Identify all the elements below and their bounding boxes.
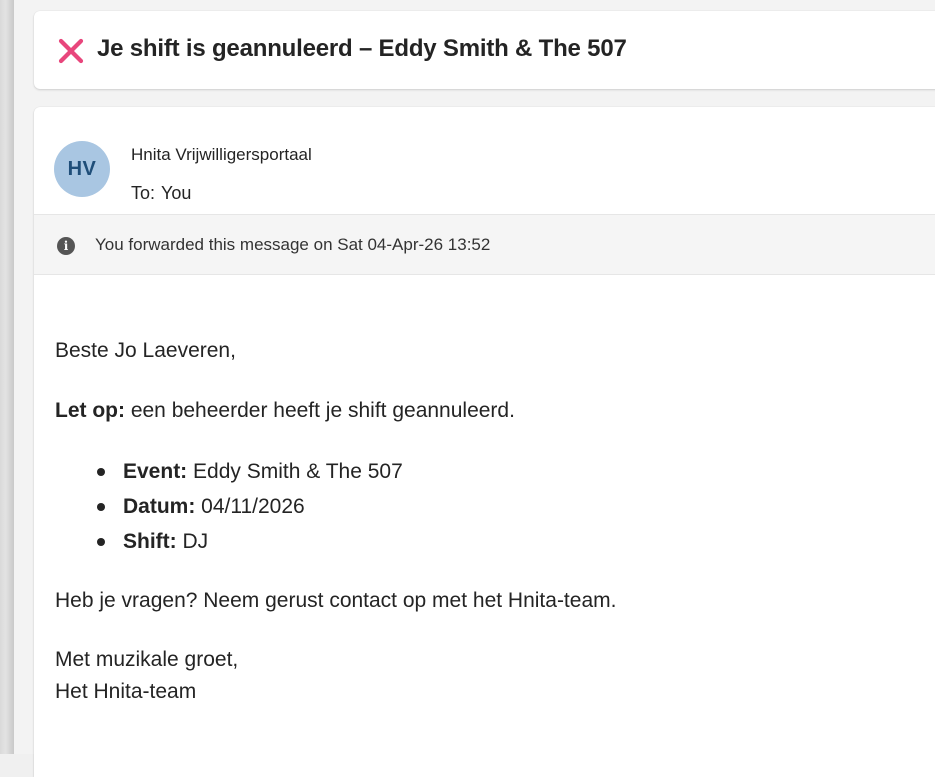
recipient-name[interactable]: You (161, 183, 191, 203)
forwarded-info-bar: i You forwarded this message on Sat 04-A… (34, 214, 935, 275)
message-body: Beste Jo Laeveren, Let op: een beheerder… (55, 335, 915, 708)
notice-text: een beheerder heeft je shift geannuleerd… (124, 399, 515, 422)
closing-line-1: Met muzikale groet, (55, 648, 239, 671)
bullet (97, 468, 105, 476)
detail-value: Eddy Smith & The 507 (187, 460, 403, 483)
detail-date: Datum: 04/11/2026 (55, 489, 915, 524)
sender-name[interactable]: Hnita Vrijwilligersportaal (131, 145, 312, 165)
detail-label: Event: (123, 460, 188, 483)
left-rail (0, 0, 14, 754)
detail-value: DJ (176, 530, 209, 553)
cross-mark-icon (58, 38, 84, 64)
closing-line-2: Het Hnita-team (55, 680, 197, 703)
to-label: To: (131, 183, 156, 203)
notice: Let op: een beheerder heeft je shift gea… (55, 395, 915, 426)
shift-details: Event: Eddy Smith & The 507 Datum: 04/11… (55, 454, 915, 559)
subject-title: Je shift is geannuleerd – Eddy Smith & T… (97, 35, 627, 62)
question: Heb je vragen? Neem gerust contact op me… (55, 589, 617, 612)
detail-value: 04/11/2026 (195, 495, 305, 518)
avatar[interactable]: HV (54, 141, 110, 197)
info-icon: i (57, 237, 75, 255)
bullet (97, 503, 105, 511)
bullet (97, 538, 105, 546)
notice-label: Let op: (55, 399, 125, 422)
message-card: HV Hnita Vrijwilligersportaal To: You i Y… (34, 107, 935, 777)
detail-shift: Shift: DJ (55, 524, 915, 559)
detail-label: Datum: (123, 495, 196, 518)
greeting: Beste Jo Laeveren, (55, 339, 236, 362)
forwarded-info-text: You forwarded this message on Sat 04-Apr… (95, 235, 491, 254)
detail-label: Shift: (123, 530, 177, 553)
recipient-line: To: You (131, 183, 191, 204)
subject-header: Je shift is geannuleerd – Eddy Smith & T… (34, 11, 935, 89)
detail-event: Event: Eddy Smith & The 507 (55, 454, 915, 489)
